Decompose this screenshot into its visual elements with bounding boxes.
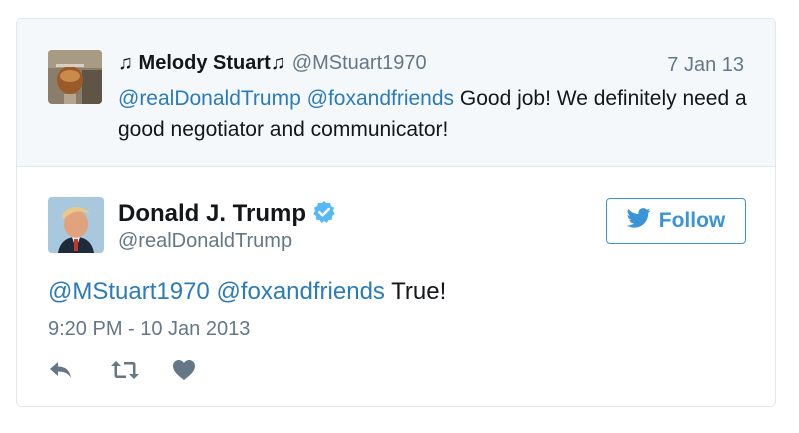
tweet-body: True! xyxy=(391,278,447,305)
reply-icon xyxy=(48,359,74,386)
quoted-display-name[interactable]: ♫ Melody Stuart♫ xyxy=(118,52,286,74)
quoted-avatar[interactable] xyxy=(48,50,102,104)
author-display-name[interactable]: Donald J. Trump xyxy=(118,200,336,231)
retweet-icon xyxy=(110,359,140,386)
quoted-handle[interactable]: @MStuart1970 xyxy=(292,52,427,74)
tweet-card: ♫ Melody Stuart♫ @MStuart1970 7 Jan 13 @r… xyxy=(16,18,776,407)
tweet-actions xyxy=(48,359,234,385)
mention-foxandfriends[interactable]: @foxandfriends xyxy=(307,87,454,110)
author-avatar[interactable] xyxy=(48,197,104,253)
reply-button[interactable] xyxy=(48,359,110,385)
quoted-text: @realDonaldTrump @foxandfriends Good job… xyxy=(118,83,758,145)
follow-label: Follow xyxy=(658,209,726,232)
mention-mstuart1970[interactable]: @MStuart1970 xyxy=(48,278,210,305)
tweet-timestamp[interactable]: 9:20 PM - 10 Jan 2013 xyxy=(48,318,250,341)
follow-button[interactable]: Follow xyxy=(606,198,746,244)
mention-realdonaldtrump[interactable]: @realDonaldTrump xyxy=(118,87,301,110)
like-button[interactable] xyxy=(172,359,234,385)
retweet-button[interactable] xyxy=(110,359,172,385)
twitter-bird-icon xyxy=(626,208,651,234)
quoted-tweet[interactable]: ♫ Melody Stuart♫ @MStuart1970 7 Jan 13 @r… xyxy=(17,19,775,167)
quoted-header: ♫ Melody Stuart♫ @MStuart1970 xyxy=(118,52,427,75)
mention-foxandfriends-main[interactable]: @foxandfriends xyxy=(216,278,384,305)
tweet-text: @MStuart1970 @foxandfriends True! xyxy=(48,278,446,306)
quoted-date[interactable]: 7 Jan 13 xyxy=(667,54,744,77)
author-handle[interactable]: @realDonaldTrump xyxy=(118,230,292,253)
heart-icon xyxy=(172,359,196,386)
verified-badge-icon xyxy=(312,200,336,231)
author-name-text[interactable]: Donald J. Trump xyxy=(118,200,306,227)
